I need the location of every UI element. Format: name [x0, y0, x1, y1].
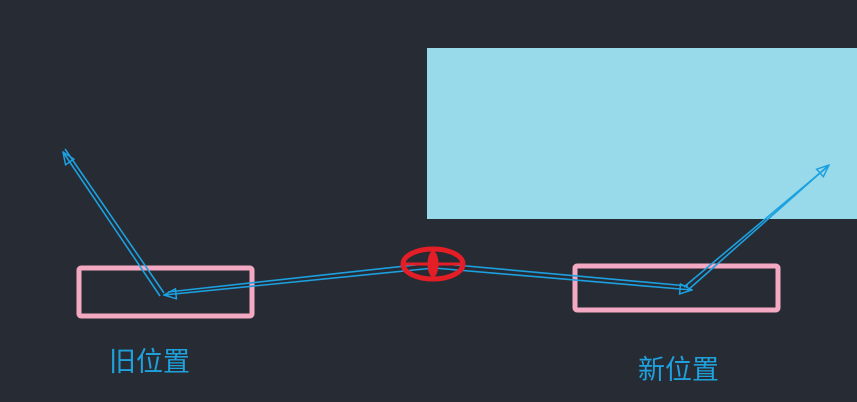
target-panel [427, 48, 857, 219]
old-position-label: 旧位置 [109, 347, 190, 378]
new-position-label: 新位置 [638, 355, 719, 386]
diagram-svg [0, 48, 857, 319]
diagram-canvas: 旧位置 新位置 [0, 0, 857, 402]
origin-marker-icon [400, 246, 466, 282]
old-position-box [76, 265, 255, 319]
